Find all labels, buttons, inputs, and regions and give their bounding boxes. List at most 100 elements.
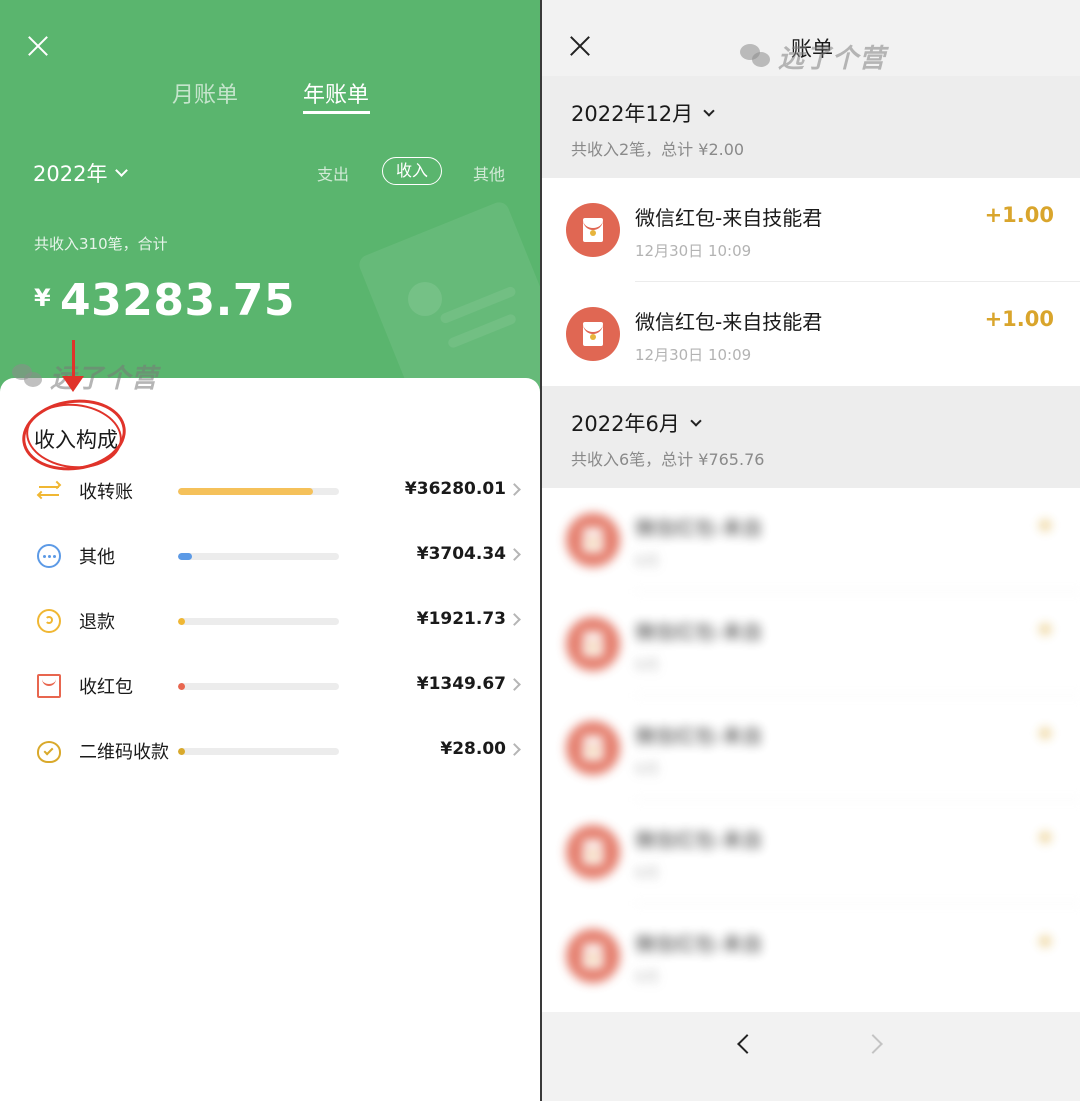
transaction-amount: + [1036, 929, 1054, 953]
money-bag-icon [37, 741, 61, 763]
transaction-name: 微信红包-来自 [635, 828, 763, 852]
transaction-amount: +1.00 [984, 203, 1054, 227]
share-bar [178, 488, 339, 495]
transaction-row[interactable]: 微信红包-来自 6月 + [542, 800, 1080, 904]
red-packet-icon [566, 513, 620, 567]
category-row-refund[interactable]: 退款 ¥1921.73 [0, 598, 540, 663]
annual-bill-panel: 月账单 年账单 2022年 支出 收入 其他 共收入310笔，合计 ¥ 4328… [0, 0, 540, 1101]
transaction-row[interactable]: 微信红包-来自 6月 + [542, 488, 1080, 592]
chevron-right-icon [508, 678, 521, 691]
transfer-icon [36, 479, 62, 503]
category-amount: ¥1921.73 [416, 609, 506, 629]
transaction-list-june: 微信红包-来自 6月 + 微信红包-来自 6月 + 微信红包-来自 6月 + 微… [542, 488, 1080, 1012]
red-packet-icon [37, 674, 61, 698]
transaction-amount: + [1036, 617, 1054, 641]
transaction-row[interactable]: 微信红包-来自技能君 12月30日 10:09 +1.00 [542, 282, 1080, 386]
category-amount: ¥1349.67 [416, 674, 506, 694]
wechat-logo-icon [740, 43, 772, 70]
transaction-name: 微信红包-来自技能君 [635, 310, 823, 334]
more-dots-icon [37, 544, 61, 568]
chevron-right-icon [508, 548, 521, 561]
share-bar-fill [178, 488, 313, 495]
blurred-transactions: 微信红包-来自 6月 + 微信红包-来自 6月 + 微信红包-来自 6月 + 微… [542, 488, 1080, 1008]
category-label: 收转账 [79, 482, 133, 503]
transaction-amount: + [1036, 721, 1054, 745]
category-label: 二维码收款 [79, 742, 169, 763]
close-icon[interactable] [26, 34, 50, 58]
bill-detail-panel: 账单 远了个营 2022年12月 共收入2笔，总计 ¥2.00 微信红包-来自技… [540, 0, 1080, 1101]
transaction-name: 微信红包-来自技能君 [635, 206, 823, 230]
pagination-bar [542, 1012, 1080, 1101]
share-bar-fill [178, 553, 192, 560]
share-bar [178, 618, 339, 625]
watermark-text: 远了个营 [778, 44, 887, 74]
transaction-time: 12月30日 10:09 [635, 242, 752, 260]
share-bar-fill [178, 618, 185, 625]
chevron-down-icon [115, 164, 129, 177]
transaction-time: 6月 [635, 552, 660, 570]
decorative-dot [408, 282, 442, 316]
year-selector[interactable]: 2022年 [33, 158, 129, 188]
transaction-row[interactable]: 微信红包-来自 6月 + [542, 904, 1080, 1008]
income-count-label: 共收入310笔，合计 [34, 235, 168, 253]
red-packet-icon [566, 825, 620, 879]
watermark: 远了个营 [12, 358, 158, 395]
red-packet-icon [566, 929, 620, 983]
category-label: 退款 [79, 612, 115, 633]
transaction-row[interactable]: 微信红包-来自 6月 + [542, 696, 1080, 800]
month-summary: 共收入2笔，总计 ¥2.00 [571, 140, 745, 159]
category-amount: ¥36280.01 [404, 479, 506, 499]
month-selector[interactable]: 2022年12月 [571, 98, 715, 128]
tab-annual-bill[interactable]: 年账单 [303, 77, 369, 109]
transaction-time: 12月30日 10:09 [635, 346, 752, 364]
red-packet-icon [566, 617, 620, 671]
category-row-qr-payment[interactable]: 二维码收款 ¥28.00 [0, 728, 540, 793]
transaction-amount: + [1036, 825, 1054, 849]
filter-income[interactable]: 收入 [382, 157, 442, 185]
red-packet-icon [566, 721, 620, 775]
wechat-logo-icon [12, 363, 44, 390]
category-label: 收红包 [79, 677, 133, 698]
category-amount: ¥28.00 [440, 739, 506, 759]
year-selector-label: 2022年 [33, 162, 108, 186]
month-title: 2022年12月 [571, 102, 694, 126]
transaction-time: 6月 [635, 760, 660, 778]
transaction-name: 微信红包-来自 [635, 620, 763, 644]
transaction-list-december: 微信红包-来自技能君 12月30日 10:09 +1.00 微信红包-来自技能君… [542, 178, 1080, 386]
share-bar [178, 748, 339, 755]
income-breakdown-sheet: 收入构成 收转账 ¥36280.01 其他 ¥3704.34 退款 ¥1921.… [0, 378, 540, 1101]
annotation-arrow-head [62, 376, 84, 392]
category-row-transfer[interactable]: 收转账 ¥36280.01 [0, 468, 540, 533]
chevron-right-icon [508, 613, 521, 626]
transaction-amount: + [1036, 513, 1054, 537]
category-amount: ¥3704.34 [416, 544, 506, 564]
transaction-time: 6月 [635, 864, 660, 882]
month-selector[interactable]: 2022年6月 [571, 408, 702, 438]
share-bar-fill [178, 683, 185, 690]
red-packet-icon [566, 203, 620, 257]
tab-monthly-bill[interactable]: 月账单 [172, 77, 238, 109]
share-bar-fill [178, 748, 185, 755]
category-row-red-packet[interactable]: 收红包 ¥1349.67 [0, 663, 540, 728]
transaction-name: 微信红包-来自 [635, 724, 763, 748]
decorative-card-illustration [356, 199, 540, 400]
chevron-right-icon[interactable] [863, 1034, 883, 1054]
month-title: 2022年6月 [571, 412, 680, 436]
watermark: 远了个营 [740, 38, 886, 75]
month-summary: 共收入6笔，总计 ¥765.76 [571, 450, 765, 469]
chevron-left-icon[interactable] [737, 1034, 757, 1054]
month-header-june: 2022年6月 共收入6笔，总计 ¥765.76 [542, 386, 1080, 488]
transaction-row[interactable]: 微信红包-来自 6月 + [542, 592, 1080, 696]
category-row-other[interactable]: 其他 ¥3704.34 [0, 533, 540, 598]
filter-other[interactable]: 其他 [473, 161, 505, 185]
active-tab-indicator [303, 111, 370, 114]
transaction-row[interactable]: 微信红包-来自技能君 12月30日 10:09 +1.00 [542, 178, 1080, 282]
chevron-right-icon [508, 743, 521, 756]
transaction-name: 微信红包-来自 [635, 932, 763, 956]
transaction-time: 6月 [635, 656, 660, 674]
income-category-list: 收转账 ¥36280.01 其他 ¥3704.34 退款 ¥1921.73 收红… [0, 468, 540, 793]
transaction-amount: +1.00 [984, 307, 1054, 331]
filter-expense[interactable]: 支出 [317, 161, 349, 185]
summary-header: 月账单 年账单 2022年 支出 收入 其他 共收入310笔，合计 ¥ 4328… [0, 0, 540, 400]
refund-icon [37, 609, 61, 633]
